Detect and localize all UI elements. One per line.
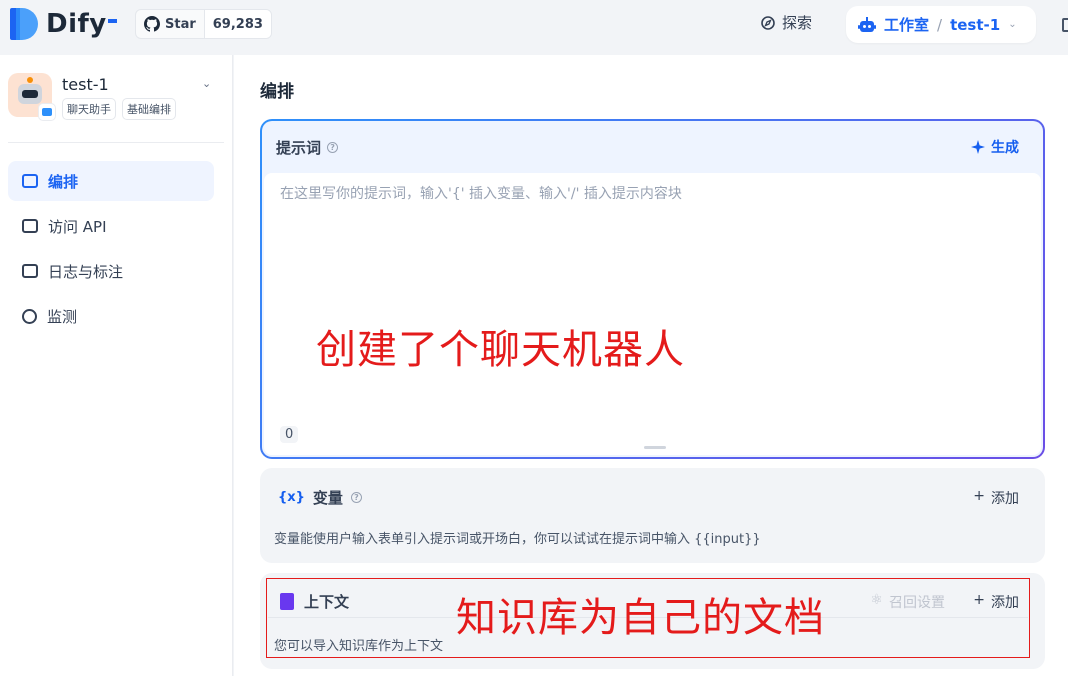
explore-link[interactable]: 探索 xyxy=(760,12,812,33)
variables-card: {x} 变量 ? + 添加 变量能使用户输入表单引入提示词或开场白，你可以试试在… xyxy=(260,468,1045,563)
sidebar-item-label: 日志与标注 xyxy=(48,262,124,281)
prompt-card: 提示词 ? 生成 在这里写你的提示词，输入'{' 插入变量、输入'/' 插入提示… xyxy=(260,119,1045,459)
breadcrumb-separator: / xyxy=(937,15,943,34)
dify-logo-icon xyxy=(10,8,38,40)
generate-label: 生成 xyxy=(991,140,1019,156)
logo-text: Dify xyxy=(46,9,107,39)
explore-label: 探索 xyxy=(782,14,813,32)
gauge-icon xyxy=(22,308,37,324)
sidebar-item-label: 监测 xyxy=(47,307,78,326)
compass-icon xyxy=(761,15,775,30)
page-title: 编排 xyxy=(260,82,294,102)
app-tags: 聊天助手 基础编排 xyxy=(62,98,176,120)
variables-description: 变量能使用户输入表单引入提示词或开场白，你可以试试在提示词中输入 {{input… xyxy=(274,532,761,547)
app-header[interactable]: test-1 ⌄ 聊天助手 基础编排 xyxy=(8,73,218,129)
github-star-count: 69,283 xyxy=(204,10,271,38)
help-icon[interactable]: ? xyxy=(327,142,339,153)
terminal-icon xyxy=(22,219,38,233)
prompt-placeholder: 在这里写你的提示词，输入'{' 插入变量、输入'/' 插入提示内容块 xyxy=(280,186,682,202)
sidebar-item-monitor[interactable]: 监测 xyxy=(8,296,214,336)
current-app-name[interactable]: test-1 xyxy=(950,16,1000,34)
github-star-button[interactable]: Star 69,283 xyxy=(135,9,272,39)
sparkle-icon xyxy=(971,140,985,154)
chat-app-badge-icon xyxy=(38,103,56,121)
sidebar: test-1 ⌄ 聊天助手 基础编排 编排 访问 API 日志与标注 监测 xyxy=(0,55,233,676)
sidebar-item-label: 访问 API xyxy=(48,217,107,236)
github-icon xyxy=(144,16,160,32)
sidebar-item-logs[interactable]: 日志与标注 xyxy=(8,251,214,291)
prompt-label: 提示词 xyxy=(276,139,322,157)
plus-icon: + xyxy=(973,488,985,504)
sidebar-item-api[interactable]: 访问 API xyxy=(8,206,214,246)
workspace-app-switcher[interactable]: 工作室 / test-1 ⌄ xyxy=(846,6,1036,43)
sidebar-item-label: 编排 xyxy=(48,172,79,191)
sidebar-nav: 编排 访问 API 日志与标注 监测 xyxy=(8,161,214,341)
help-icon[interactable]: ? xyxy=(350,492,362,503)
annotation-note-2: 知识库为自己的文档 xyxy=(456,595,825,641)
robot-icon xyxy=(858,16,876,32)
variables-header: {x} 变量 ? xyxy=(278,487,362,508)
main-panel: 编排 提示词 ? 生成 在这里写你的提示词，输入'{' 插入变量、输入'/' 插… xyxy=(234,55,1068,676)
file-list-icon xyxy=(22,264,38,278)
variables-label: 变量 xyxy=(312,489,343,507)
chevron-down-icon[interactable]: ⌄ xyxy=(1008,19,1016,30)
annotation-note-1: 创建了个聊天机器人 xyxy=(316,327,685,373)
generate-button[interactable]: 生成 xyxy=(971,137,1019,157)
prompt-input[interactable]: 在这里写你的提示词，输入'{' 插入变量、输入'/' 插入提示内容块 0 xyxy=(264,173,1041,455)
panel-toggle-icon[interactable] xyxy=(1062,18,1068,32)
layout-icon xyxy=(22,174,38,188)
app-menu-chevron-icon[interactable]: ⌄ xyxy=(202,77,211,90)
sidebar-item-orchestrate[interactable]: 编排 xyxy=(8,161,214,201)
top-bar: Dify Star 69,283 探索 工作室 / test-1 ⌄ xyxy=(0,0,1068,50)
add-variable-button[interactable]: + 添加 xyxy=(973,488,1019,508)
github-star-label: Star xyxy=(165,16,196,32)
sidebar-divider xyxy=(8,142,224,143)
resize-handle[interactable] xyxy=(644,446,666,449)
workspace-label[interactable]: 工作室 xyxy=(884,14,929,35)
variable-icon: {x} xyxy=(278,490,305,505)
char-count: 0 xyxy=(280,426,299,443)
app-mode-tag: 基础编排 xyxy=(122,98,176,120)
dify-logo[interactable]: Dify xyxy=(10,8,117,40)
app-type-tag: 聊天助手 xyxy=(62,98,116,120)
prompt-header: 提示词 ? xyxy=(276,137,339,158)
app-name: test-1 xyxy=(62,75,109,94)
add-label: 添加 xyxy=(991,491,1019,507)
